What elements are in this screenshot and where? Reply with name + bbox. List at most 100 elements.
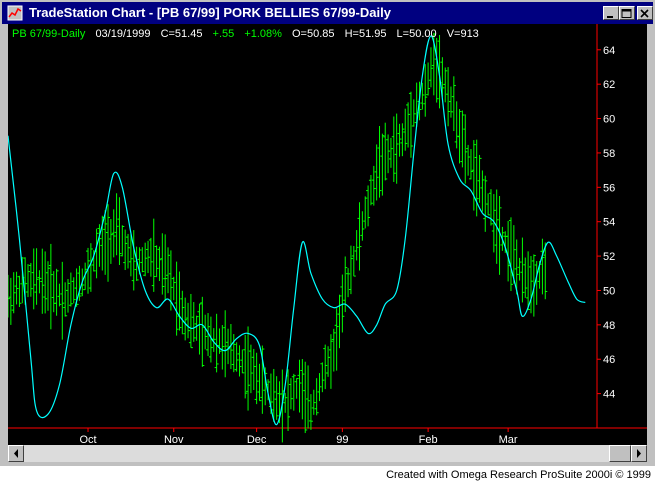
price-bar [477,154,482,203]
price-bar [28,262,33,297]
price-bar [123,229,128,271]
price-bar [146,240,151,274]
price-bar [254,352,259,405]
price-bar [243,334,248,399]
price-bar [26,264,31,298]
x-tick-label: Oct [79,434,96,445]
price-bar [460,110,465,168]
price-bar [188,293,193,349]
y-tick-label: 58 [603,148,615,160]
horizontal-scrollbar[interactable] [8,445,647,462]
price-bar [526,251,531,311]
price-bar [166,247,171,294]
scrollbar-thumb[interactable] [609,445,631,462]
price-bar [348,245,353,295]
price-bar [111,209,116,258]
price-bar [426,62,431,96]
price-bar [517,257,522,281]
price-bar [448,86,453,118]
price-bar [46,261,51,311]
price-bar [34,248,39,305]
price-bar [443,67,448,103]
y-tick-label: 46 [603,354,615,366]
title-bar[interactable]: TradeStation Chart - [PB 67/99] PORK BEL… [2,2,653,24]
price-bar [357,202,362,271]
price-bar [71,277,76,304]
close-button[interactable] [637,6,653,20]
price-bar [308,394,313,430]
price-bar [240,349,245,374]
price-bar [274,376,279,420]
y-tick-label: 52 [603,251,615,263]
price-bar [331,328,336,372]
x-tick-label: 99 [336,434,348,445]
price-bar [531,254,536,317]
x-tick-label: Mar [499,434,518,445]
x-tick-label: Nov [164,434,184,445]
price-bar [326,346,331,377]
price-bar [186,302,191,339]
chart-plot-area[interactable]: 44 46 48 50 52 54 56 58 60 62 64 Oct Nov Dec 99 Feb Mar … [8,24,647,445]
net-change: +.55 [212,28,235,40]
price-bar [406,102,411,148]
tradestation-app-icon[interactable] [7,5,23,21]
price-bar [306,365,311,429]
price-bar [140,247,145,273]
price-chart[interactable]: 44 46 48 50 52 54 56 58 60 62 64 Oct Nov Dec 99 Feb Mar [8,24,647,445]
price-bar [66,278,71,313]
price-bar [11,272,16,314]
price-bar [88,243,93,292]
price-bar [151,218,156,292]
price-bar [220,325,225,370]
chart-window: TradeStation Chart - [PB 67/99] PORK BEL… [0,0,655,466]
price-bar [200,296,205,367]
price-bar [346,268,351,298]
footer-credit: Created with Omega Research ProSuite 200… [386,469,651,481]
price-bar [334,308,339,371]
price-bar [400,123,405,157]
price-bar [191,302,196,342]
price-bar [523,257,528,298]
price-bar [63,282,68,317]
price-bar [171,276,176,301]
price-bar [177,271,182,331]
price-bar [508,217,513,292]
price-bar [114,193,119,256]
price-bar [408,91,413,158]
high-value: H=51.95 [344,28,387,40]
indicator-series-line [8,35,586,426]
arrow-left-icon [14,449,18,458]
price-bar [354,230,359,261]
price-bar [203,314,208,350]
price-bar [423,64,428,117]
scroll-left-button[interactable] [8,445,24,462]
y-tick-label: 64 [603,45,615,57]
price-bar [117,197,122,265]
minimize-button[interactable] [603,6,619,20]
price-bar [106,204,111,282]
open-value: O=50.85 [292,28,335,40]
price-bar [163,234,168,301]
low-value: L=50.00 [396,28,437,40]
price-bar [157,246,162,281]
price-bar [391,116,396,182]
price-bar [237,345,242,377]
price-bar [320,362,325,393]
price-bar [154,245,159,278]
minimize-icon [607,16,613,18]
scroll-right-button[interactable] [631,445,647,462]
x-tick-label: Feb [419,434,438,445]
price-bar [388,137,393,168]
price-bar [108,218,113,264]
maximize-button[interactable] [619,6,635,20]
price-bar [17,275,22,308]
close-value: C=51.45 [160,28,203,40]
arrow-right-icon [637,449,641,458]
price-bar [54,268,59,316]
price-bar [328,334,333,389]
price-bar [48,243,53,330]
price-bar [451,76,456,132]
price-bar [248,344,253,394]
price-bar [288,378,293,410]
price-bar [446,67,451,127]
